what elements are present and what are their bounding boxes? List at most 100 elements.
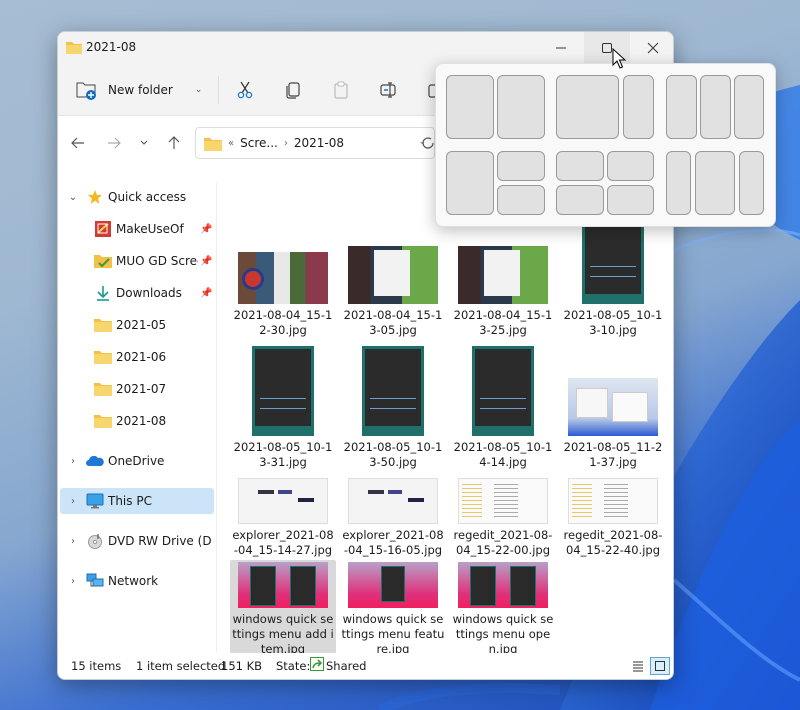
snap-zone[interactable] (556, 151, 604, 181)
file-list: 2021-08-04_15-12-30.jpg 2021-08-04_15-13-… (228, 182, 673, 661)
file-item[interactable]: 2021-08-04_15-12-30.jpg (230, 250, 336, 342)
breadcrumb-screenshots[interactable]: Scre... (240, 136, 278, 150)
forward-button[interactable] (102, 131, 126, 155)
file-item[interactable]: 2021-08-04_15-13-05.jpg (340, 244, 446, 342)
chevron-right-icon[interactable]: › (68, 456, 78, 467)
sidebar-item-2021-08[interactable]: 2021-08 (60, 408, 214, 434)
address-bar[interactable]: « Scre... › 2021-08 ⌄ (195, 127, 435, 159)
file-name: 2021-08-05_10-14-14.jpg (453, 440, 553, 469)
breadcrumb-separator: › (283, 137, 288, 149)
file-item[interactable]: explorer_2021-08-04_15-16-05.jpg (340, 476, 446, 562)
snap-zone[interactable] (607, 185, 654, 215)
pin-icon: 📌 (200, 287, 213, 299)
navigation-pane: ⌄ Quick access MakeUseOf 📌 MUO GD Screer… (58, 182, 216, 652)
snap-zone[interactable] (666, 75, 697, 139)
back-button[interactable] (66, 131, 90, 155)
file-item[interactable]: windows quick settings menu add item.jpg (230, 560, 336, 661)
monitor-icon (86, 493, 104, 509)
file-item[interactable]: explorer_2021-08-04_15-14-27.jpg (230, 476, 336, 562)
up-button[interactable] (162, 131, 186, 155)
copy-button[interactable] (281, 78, 305, 102)
file-thumbnail (238, 478, 328, 524)
network-icon (86, 573, 104, 589)
paste-button[interactable] (329, 78, 353, 102)
snap-zone[interactable] (556, 185, 604, 215)
large-icons-view-button[interactable] (650, 657, 670, 675)
refresh-button[interactable] (420, 135, 436, 154)
recent-locations-button[interactable] (132, 131, 156, 155)
minimize-button[interactable] (538, 32, 584, 64)
item-count: 15 items (71, 659, 122, 673)
file-item[interactable]: windows quick settings menu feature.jpg (340, 560, 446, 661)
snap-zone[interactable] (607, 151, 654, 181)
snap-zone[interactable] (497, 151, 545, 181)
file-item[interactable]: regedit_2021-08-04_15-22-40.jpg (560, 476, 666, 562)
sidebar-item-2021-07[interactable]: 2021-07 (60, 376, 214, 402)
snap-zone[interactable] (497, 185, 545, 215)
folder-icon (66, 40, 82, 57)
snap-zone[interactable] (556, 75, 619, 139)
rename-button[interactable] (377, 78, 401, 102)
sidebar-item-label: 2021-06 (116, 350, 167, 364)
new-folder-icon (76, 82, 96, 100)
file-item[interactable]: regedit_2021-08-04_15-22-00.jpg (450, 476, 556, 562)
chevron-down-icon[interactable]: ⌄ (68, 192, 78, 203)
dvd-drive-icon (86, 533, 104, 549)
file-item[interactable]: 2021-08-05_10-14-14.jpg (450, 344, 556, 474)
cloud-icon (86, 453, 104, 469)
file-thumbnail (568, 378, 658, 436)
chevron-down-icon[interactable]: ⌄ (195, 85, 203, 95)
chevron-right-icon[interactable]: › (68, 536, 78, 547)
synced-folder-icon (94, 253, 112, 269)
file-item[interactable]: 2021-08-05_10-13-50.jpg (340, 344, 446, 474)
selection-size: 151 KB (221, 659, 263, 673)
file-item[interactable]: 2021-08-05_11-21-37.jpg (560, 376, 666, 474)
file-thumbnail (362, 346, 424, 436)
snap-zone[interactable] (446, 75, 494, 139)
window-title: 2021-08 (86, 40, 137, 54)
sidebar-item-makeuseof[interactable]: MakeUseOf 📌 (60, 216, 214, 242)
new-folder-button[interactable]: New folder ⌄ (76, 76, 202, 104)
cut-button[interactable] (233, 78, 257, 102)
chevron-right-icon[interactable]: › (68, 576, 78, 587)
snap-zone[interactable] (700, 75, 731, 139)
sidebar-item-this-pc[interactable]: › This PC (60, 488, 214, 514)
snap-zone[interactable] (734, 75, 764, 139)
file-name: 2021-08-04_15-13-25.jpg (453, 308, 553, 337)
refresh-icon (422, 137, 434, 149)
sidebar-item-downloads[interactable]: Downloads 📌 (60, 280, 214, 306)
file-thumbnail (348, 562, 438, 608)
shared-icon (310, 657, 324, 674)
scissors-icon (237, 81, 253, 99)
file-item[interactable]: windows quick settings menu open.jpg (450, 560, 556, 661)
sidebar-item-network[interactable]: › Network (60, 568, 214, 594)
sidebar-item-2021-06[interactable]: 2021-06 (60, 344, 214, 370)
sidebar-item-2021-05[interactable]: 2021-05 (60, 312, 214, 338)
chevron-right-icon[interactable]: › (68, 496, 78, 507)
close-icon (647, 42, 659, 54)
details-view-button[interactable] (628, 657, 648, 675)
file-item[interactable]: 2021-08-04_15-13-25.jpg (450, 244, 556, 342)
sidebar-item-label: OneDrive (108, 454, 165, 468)
pane-divider[interactable] (216, 182, 217, 652)
snap-zone[interactable] (623, 75, 654, 139)
sidebar-item-onedrive[interactable]: › OneDrive (60, 448, 214, 474)
overflow-chevron[interactable]: « (228, 138, 234, 149)
snap-zone[interactable] (695, 151, 735, 215)
snap-zone[interactable] (739, 151, 764, 215)
sidebar-item-quick-access[interactable]: ⌄ Quick access (60, 184, 214, 210)
snap-zone[interactable] (446, 151, 494, 215)
folder-icon (204, 137, 222, 151)
close-button[interactable] (630, 32, 673, 64)
title-bar[interactable]: 2021-08 (58, 32, 673, 64)
sidebar-item-muo-gd-screenshots[interactable]: MUO GD Screer 📌 (60, 248, 214, 274)
file-item[interactable]: 2021-08-05_10-13-10.jpg (560, 212, 666, 342)
sidebar-item-dvd-drive[interactable]: › DVD RW Drive (D:) A (60, 528, 214, 554)
selection-count: 1 item selected (136, 659, 226, 673)
snap-zone[interactable] (666, 151, 691, 215)
share-state-label: State: (276, 659, 311, 673)
snap-zone[interactable] (497, 75, 545, 139)
file-item[interactable]: 2021-08-05_10-13-31.jpg (230, 344, 336, 474)
breadcrumb-current[interactable]: 2021-08 (294, 136, 344, 150)
file-thumbnail (582, 214, 644, 304)
